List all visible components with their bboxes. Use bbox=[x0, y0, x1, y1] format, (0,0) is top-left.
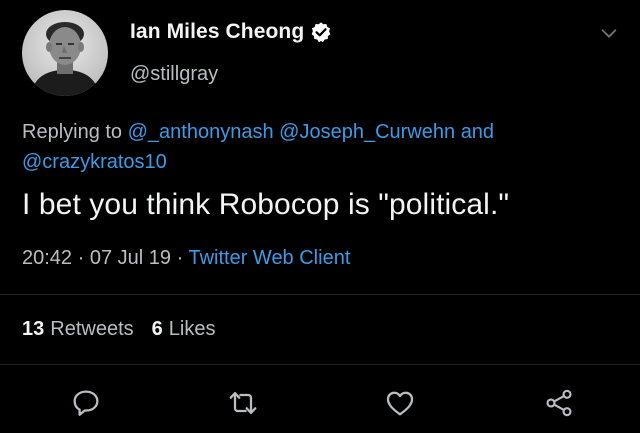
tweet-card: Ian Miles Cheong @stillgray Replying to … bbox=[0, 0, 640, 433]
avatar[interactable] bbox=[22, 10, 108, 96]
heart-icon[interactable] bbox=[384, 387, 416, 419]
meta-separator: · bbox=[77, 247, 85, 269]
retweets-count: 13 bbox=[22, 318, 45, 340]
replying-to: Replying to @_anthonynash @Joseph_Curweh… bbox=[22, 117, 612, 177]
avatar-photo bbox=[22, 10, 108, 96]
retweets-stat[interactable]: 13 Retweets bbox=[22, 318, 134, 341]
reply-icon[interactable] bbox=[70, 387, 102, 419]
user-handle[interactable]: @stillgray bbox=[130, 63, 218, 86]
likes-stat[interactable]: 6 Likes bbox=[152, 318, 216, 341]
likes-count: 6 bbox=[151, 318, 163, 340]
divider bbox=[0, 294, 640, 295]
verified-badge-icon bbox=[311, 22, 331, 43]
tweet-date[interactable]: 07 Jul 19 bbox=[90, 247, 171, 269]
tweet-time[interactable]: 20:42 bbox=[22, 247, 72, 269]
retweet-icon[interactable] bbox=[227, 387, 259, 419]
action-bar bbox=[0, 383, 640, 423]
mention-link[interactable]: @_anthonynash bbox=[128, 121, 274, 143]
tweet-text: I bet you think Robocop is "political." bbox=[22, 188, 510, 221]
likes-label: Likes bbox=[168, 318, 216, 340]
mention-link[interactable]: @crazykratos10 bbox=[22, 151, 167, 173]
retweets-label: Retweets bbox=[50, 318, 134, 340]
share-icon[interactable] bbox=[543, 387, 575, 419]
tweet-client-link[interactable]: Twitter Web Client bbox=[188, 247, 350, 269]
replying-to-label: Replying to bbox=[22, 121, 123, 143]
divider bbox=[0, 364, 640, 365]
mention-link[interactable]: @Joseph_Curwehn bbox=[279, 121, 455, 143]
display-name-row: Ian Miles Cheong bbox=[130, 20, 332, 44]
display-name[interactable]: Ian Miles Cheong bbox=[130, 20, 304, 44]
tweet-meta: 20:42 · 07 Jul 19 · Twitter Web Client bbox=[22, 247, 350, 270]
chevron-down-icon[interactable] bbox=[598, 22, 620, 44]
meta-separator: · bbox=[176, 247, 184, 269]
mention-conjunction: and bbox=[460, 121, 495, 143]
engagement-stats: 13 Retweets 6 Likes bbox=[22, 318, 215, 341]
